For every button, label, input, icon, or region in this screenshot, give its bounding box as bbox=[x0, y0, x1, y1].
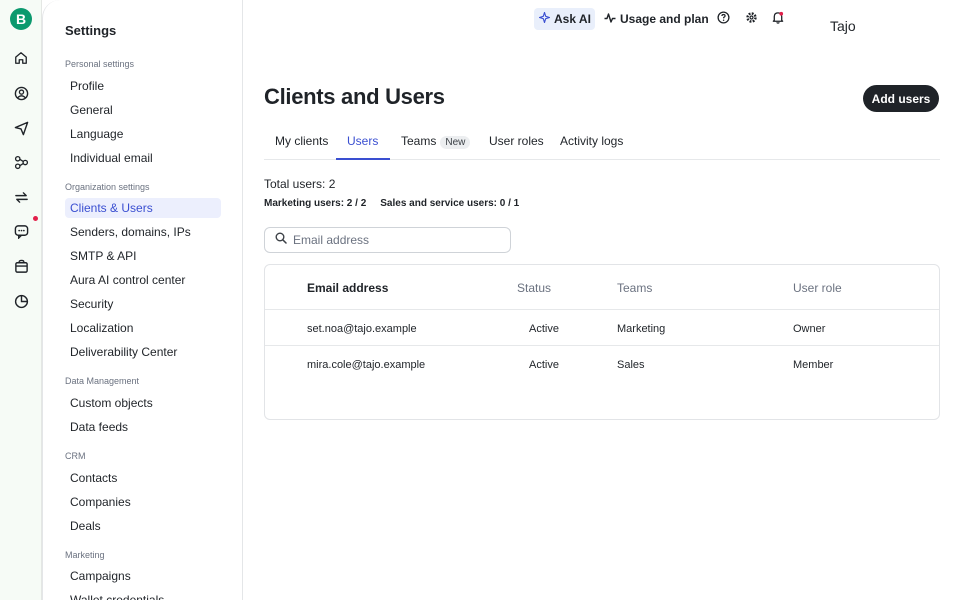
sidebar-item-wallet-credentials[interactable]: Wallet credentials bbox=[65, 590, 221, 600]
sidebar-section-marketing: Marketing bbox=[65, 550, 105, 560]
sidebar-item-language[interactable]: Language bbox=[65, 124, 221, 144]
tab-teams[interactable]: Teams New bbox=[401, 134, 471, 149]
page-title: Clients and Users bbox=[264, 84, 445, 109]
row-user-role: Owner bbox=[793, 323, 826, 335]
search-icon bbox=[275, 231, 287, 249]
notification-dot bbox=[33, 216, 38, 221]
sparkle-icon bbox=[538, 11, 551, 26]
send-icon[interactable] bbox=[11, 118, 31, 138]
new-badge: New bbox=[440, 136, 471, 149]
ask-ai-button[interactable]: Ask AI bbox=[534, 8, 595, 30]
row-email[interactable]: set.noa@tajo.example bbox=[307, 323, 417, 335]
row-status: Active bbox=[529, 323, 559, 335]
sidebar-item-security[interactable]: Security bbox=[65, 294, 221, 314]
automation-icon[interactable] bbox=[11, 152, 31, 172]
row-divider bbox=[265, 345, 939, 346]
row-teams: Sales bbox=[617, 359, 645, 371]
row-user-role: Member bbox=[793, 359, 834, 371]
sidebar-item-general[interactable]: General bbox=[65, 100, 221, 120]
tab-activity-logs[interactable]: Activity logs bbox=[560, 134, 623, 148]
sidebar-section-data-management: Data Management bbox=[65, 376, 140, 386]
sidebar-item-campaigns[interactable]: Campaigns bbox=[65, 566, 221, 586]
column-header-teams[interactable]: Teams bbox=[617, 281, 652, 295]
sidebar-item-individual-email[interactable]: Individual email bbox=[65, 148, 221, 168]
contacts-icon[interactable] bbox=[11, 83, 31, 103]
tab-users[interactable]: Users bbox=[347, 134, 378, 148]
tab-my-clients[interactable]: My clients bbox=[275, 134, 328, 148]
add-users-button[interactable]: Add users bbox=[863, 85, 939, 112]
sidebar-item-clients-users[interactable]: Clients & Users bbox=[65, 198, 221, 218]
bell-icon[interactable] bbox=[771, 10, 785, 24]
brand-logo[interactable]: B bbox=[10, 8, 32, 30]
gear-icon[interactable] bbox=[744, 10, 758, 24]
sidebar-item-custom-objects[interactable]: Custom objects bbox=[65, 393, 221, 413]
sidebar-item-companies[interactable]: Companies bbox=[65, 492, 221, 512]
ask-ai-label: Ask AI bbox=[554, 12, 591, 26]
marketing-users-count: Marketing users: 2 / 2 bbox=[264, 198, 367, 209]
active-tab-indicator bbox=[336, 158, 390, 160]
sidebar-item-localization[interactable]: Localization bbox=[65, 318, 221, 338]
sales-icon[interactable] bbox=[11, 256, 31, 276]
app-icon-rail: B bbox=[0, 0, 42, 600]
sidebar-item-data-feeds[interactable]: Data feeds bbox=[65, 417, 221, 437]
row-email[interactable]: mira.cole@tajo.example bbox=[307, 359, 425, 371]
column-header-user-role[interactable]: User role bbox=[793, 281, 842, 295]
column-header-status[interactable]: Status bbox=[517, 281, 551, 295]
help-icon[interactable] bbox=[716, 10, 730, 24]
user-counts: Marketing users: 2 / 2 Sales and service … bbox=[264, 198, 519, 209]
sidebar-item-aura-ai[interactable]: Aura AI control center bbox=[65, 270, 221, 290]
settings-sidebar: Settings Personal settings Profile Gener… bbox=[42, 0, 243, 600]
total-users: Total users: 2 bbox=[264, 177, 336, 191]
tab-bar: My clients Users Teams New User roles Act… bbox=[264, 124, 940, 160]
conversations-icon[interactable] bbox=[11, 221, 31, 241]
usage-label: Usage and plan bbox=[620, 12, 709, 26]
sidebar-item-smtp-api[interactable]: SMTP & API bbox=[65, 246, 221, 266]
usage-and-plan-button[interactable]: Usage and plan bbox=[604, 8, 709, 30]
meetings-icon[interactable] bbox=[11, 291, 31, 311]
user-menu[interactable]: Tajo bbox=[830, 18, 856, 34]
users-table: Email address Status Teams User role set… bbox=[264, 264, 940, 420]
sidebar-item-deals[interactable]: Deals bbox=[65, 516, 221, 536]
sidebar-item-senders-domains[interactable]: Senders, domains, IPs bbox=[65, 222, 221, 242]
sidebar-item-deliverability[interactable]: Deliverability Center bbox=[65, 342, 221, 362]
sidebar-item-contacts[interactable]: Contacts bbox=[65, 468, 221, 488]
row-teams: Marketing bbox=[617, 323, 666, 335]
sales-users-count: Sales and service users: 0 / 1 bbox=[380, 198, 520, 209]
home-icon[interactable] bbox=[11, 48, 31, 68]
tab-user-roles[interactable]: User roles bbox=[489, 134, 544, 148]
tab-teams-label: Teams bbox=[401, 134, 437, 148]
row-status: Active bbox=[529, 359, 559, 371]
sidebar-title: Settings bbox=[65, 23, 117, 38]
sidebar-section-crm: CRM bbox=[65, 451, 86, 461]
row-divider bbox=[265, 309, 939, 310]
sidebar-section-personal: Personal settings bbox=[65, 59, 135, 69]
email-search-input[interactable] bbox=[293, 233, 493, 247]
sidebar-item-profile[interactable]: Profile bbox=[65, 76, 221, 96]
sidebar-section-organization: Organization settings bbox=[65, 182, 150, 192]
transactional-icon[interactable] bbox=[11, 187, 31, 207]
column-header-email[interactable]: Email address bbox=[307, 281, 388, 295]
activity-icon bbox=[604, 12, 616, 27]
search-box bbox=[264, 227, 511, 253]
